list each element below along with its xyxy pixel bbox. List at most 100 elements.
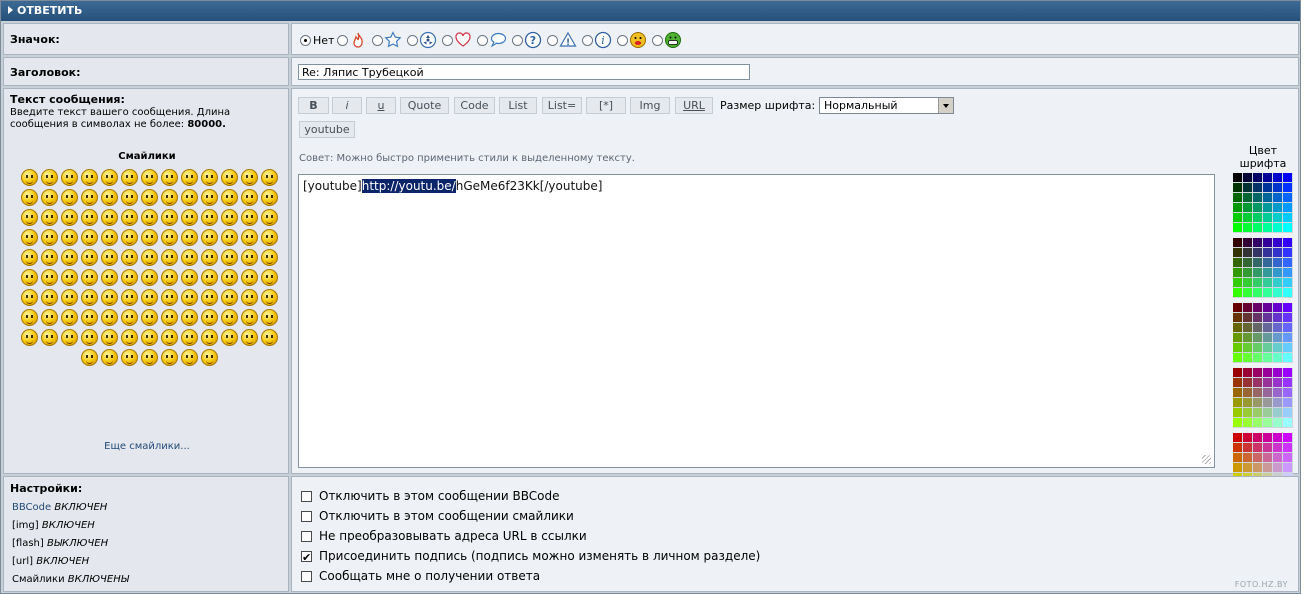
color-swatch[interactable] [1283, 248, 1293, 258]
smiley-icon[interactable] [120, 249, 138, 266]
setting-bbcode-name[interactable]: BBCode [12, 502, 51, 513]
smiley-icon[interactable] [140, 349, 158, 366]
color-swatch[interactable] [1253, 333, 1263, 343]
smiley-icon[interactable] [100, 189, 118, 206]
option-disable-smilies[interactable]: Отключить в этом сообщении смайлики [301, 506, 760, 526]
smiley-icon[interactable] [40, 169, 58, 186]
smiley-icon[interactable] [120, 269, 138, 286]
option-notify-reply[interactable]: Сообщать мне о получении ответа [301, 566, 760, 586]
color-swatch[interactable] [1283, 278, 1293, 288]
color-swatch[interactable] [1233, 398, 1243, 408]
color-swatch[interactable] [1233, 238, 1243, 248]
color-swatch[interactable] [1233, 443, 1243, 453]
option-no-url-links-checkbox[interactable] [301, 530, 312, 542]
smiley-icon[interactable] [100, 229, 118, 246]
smiley-icon[interactable] [240, 169, 258, 186]
smiley-icon[interactable] [20, 229, 38, 246]
color-swatch[interactable] [1243, 193, 1253, 203]
color-swatch[interactable] [1263, 223, 1273, 233]
smiley-icon[interactable] [180, 209, 198, 226]
color-swatch[interactable] [1263, 203, 1273, 213]
color-swatch[interactable] [1253, 443, 1263, 453]
smiley-icon[interactable] [220, 189, 238, 206]
color-swatch[interactable] [1263, 278, 1273, 288]
color-swatch[interactable] [1283, 238, 1293, 248]
smiley-icon[interactable] [100, 309, 118, 326]
smiley-icon[interactable] [60, 209, 78, 226]
color-swatch[interactable] [1253, 223, 1263, 233]
smiley-icon[interactable] [140, 269, 158, 286]
smiley-icon[interactable] [180, 229, 198, 246]
post-icon-radio[interactable] [372, 34, 384, 46]
smiley-icon[interactable] [220, 169, 238, 186]
color-swatch[interactable] [1243, 268, 1253, 278]
smiley-icon[interactable] [140, 169, 158, 186]
color-swatch[interactable] [1243, 343, 1253, 353]
color-swatch[interactable] [1283, 378, 1293, 388]
color-swatch[interactable] [1233, 343, 1243, 353]
color-swatch[interactable] [1273, 173, 1283, 183]
smiley-icon[interactable] [20, 289, 38, 306]
color-swatch[interactable] [1233, 388, 1243, 398]
color-swatch[interactable] [1273, 313, 1283, 323]
smiley-icon[interactable] [260, 329, 278, 346]
message-textarea[interactable]: [youtube]http://youtu.be/hGeMe6f23Kk[/yo… [298, 174, 1215, 468]
list-item-button[interactable]: [*] [586, 97, 626, 114]
color-swatch[interactable] [1283, 173, 1293, 183]
smiley-icon[interactable] [240, 309, 258, 326]
smiley-icon[interactable] [80, 189, 98, 206]
smiley-icon[interactable] [80, 269, 98, 286]
post-icon-radio[interactable] [617, 34, 629, 46]
color-swatch[interactable] [1243, 368, 1253, 378]
smiley-icon[interactable] [40, 309, 58, 326]
color-swatch[interactable] [1253, 323, 1263, 333]
font-size-select[interactable]: Нормальный [819, 97, 954, 114]
color-swatch[interactable] [1243, 238, 1253, 248]
smiley-icon[interactable] [80, 289, 98, 306]
smiley-icon[interactable] [220, 329, 238, 346]
color-swatch[interactable] [1233, 418, 1243, 428]
color-swatch[interactable] [1243, 408, 1253, 418]
smiley-icon[interactable] [160, 209, 178, 226]
post-icon-option-star[interactable] [372, 31, 402, 49]
post-icon-radio[interactable] [547, 34, 559, 46]
smiley-icon[interactable] [40, 209, 58, 226]
color-swatch[interactable] [1233, 368, 1243, 378]
color-swatch[interactable] [1243, 453, 1253, 463]
color-swatch[interactable] [1243, 433, 1253, 443]
color-swatch[interactable] [1233, 248, 1243, 258]
smiley-icon[interactable] [60, 309, 78, 326]
color-swatch[interactable] [1233, 463, 1243, 473]
smiley-icon[interactable] [260, 209, 278, 226]
color-swatch[interactable] [1283, 323, 1293, 333]
color-swatch[interactable] [1243, 313, 1253, 323]
color-swatch[interactable] [1273, 398, 1283, 408]
option-attach-signature[interactable]: Присоединить подпись (подпись можно изме… [301, 546, 760, 568]
smiley-icon[interactable] [80, 309, 98, 326]
post-icon-option-grin-smiley[interactable] [652, 31, 682, 49]
color-swatch[interactable] [1243, 248, 1253, 258]
color-swatch[interactable] [1233, 193, 1243, 203]
youtube-button[interactable]: youtube [299, 121, 355, 138]
color-swatch[interactable] [1233, 173, 1243, 183]
smiley-icon[interactable] [80, 329, 98, 346]
smiley-icon[interactable] [120, 209, 138, 226]
post-icon-radio[interactable] [442, 34, 454, 46]
color-swatch[interactable] [1243, 463, 1253, 473]
color-swatch[interactable] [1253, 388, 1263, 398]
dropdown-arrow-icon[interactable] [938, 98, 953, 113]
post-icon-option-info[interactable]: i [582, 31, 612, 49]
color-swatch[interactable] [1273, 453, 1283, 463]
smiley-icon[interactable] [60, 229, 78, 246]
smiley-icon[interactable] [260, 189, 278, 206]
color-swatch[interactable] [1243, 323, 1253, 333]
smiley-icon[interactable] [40, 289, 58, 306]
smiley-icon[interactable] [20, 209, 38, 226]
color-swatch[interactable] [1243, 288, 1253, 298]
smiley-icon[interactable] [180, 349, 198, 366]
color-swatch[interactable] [1253, 213, 1263, 223]
smiley-icon[interactable] [20, 269, 38, 286]
color-swatch[interactable] [1263, 443, 1273, 453]
color-swatch[interactable] [1233, 203, 1243, 213]
color-swatch[interactable] [1263, 268, 1273, 278]
